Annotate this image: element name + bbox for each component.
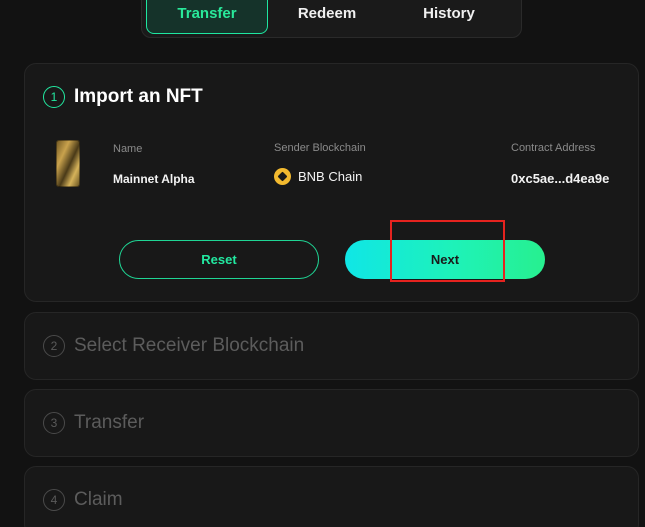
next-button[interactable]: Next <box>345 240 545 279</box>
tab-history[interactable]: History <box>386 0 512 34</box>
nft-thumbnail <box>56 140 80 187</box>
step-number: 4 <box>43 489 65 511</box>
sender-blockchain-value: BNB Chain <box>274 168 362 185</box>
step-import-nft-card: 1 Import an NFT Name Mainnet Alpha Sende… <box>24 63 639 302</box>
step-number: 1 <box>43 86 65 108</box>
bnb-chain-icon <box>274 168 291 185</box>
step-select-receiver-card[interactable]: 2 Select Receiver Blockchain <box>24 312 639 380</box>
step-number: 3 <box>43 412 65 434</box>
tab-redeem[interactable]: Redeem <box>268 0 386 34</box>
name-label: Name <box>113 143 143 155</box>
bridge-page: Transfer Redeem History 1 Import an NFT … <box>0 0 645 527</box>
sender-blockchain-text: BNB Chain <box>298 169 363 184</box>
name-value: Mainnet Alpha <box>113 172 195 186</box>
tab-transfer[interactable]: Transfer <box>146 0 268 34</box>
sender-blockchain-label: Sender Blockchain <box>274 142 366 154</box>
step-title: Import an NFT <box>74 86 203 107</box>
step-title: Claim <box>74 489 123 510</box>
step-title: Select Receiver Blockchain <box>74 335 305 356</box>
step-title: Transfer <box>74 412 145 433</box>
contract-address-value: 0xc5ae...d4ea9e <box>511 171 610 186</box>
contract-address-label: Contract Address <box>511 142 596 154</box>
tab-bar: Transfer Redeem History <box>141 0 522 38</box>
step-transfer-card[interactable]: 3 Transfer <box>24 389 639 457</box>
step-claim-card[interactable]: 4 Claim <box>24 466 639 527</box>
reset-button[interactable]: Reset <box>119 240 319 279</box>
step-header: 3 Transfer <box>43 412 144 434</box>
step-header: 4 Claim <box>43 489 123 511</box>
step-header: 2 Select Receiver Blockchain <box>43 335 304 357</box>
step-header: 1 Import an NFT <box>43 86 203 108</box>
step-number: 2 <box>43 335 65 357</box>
